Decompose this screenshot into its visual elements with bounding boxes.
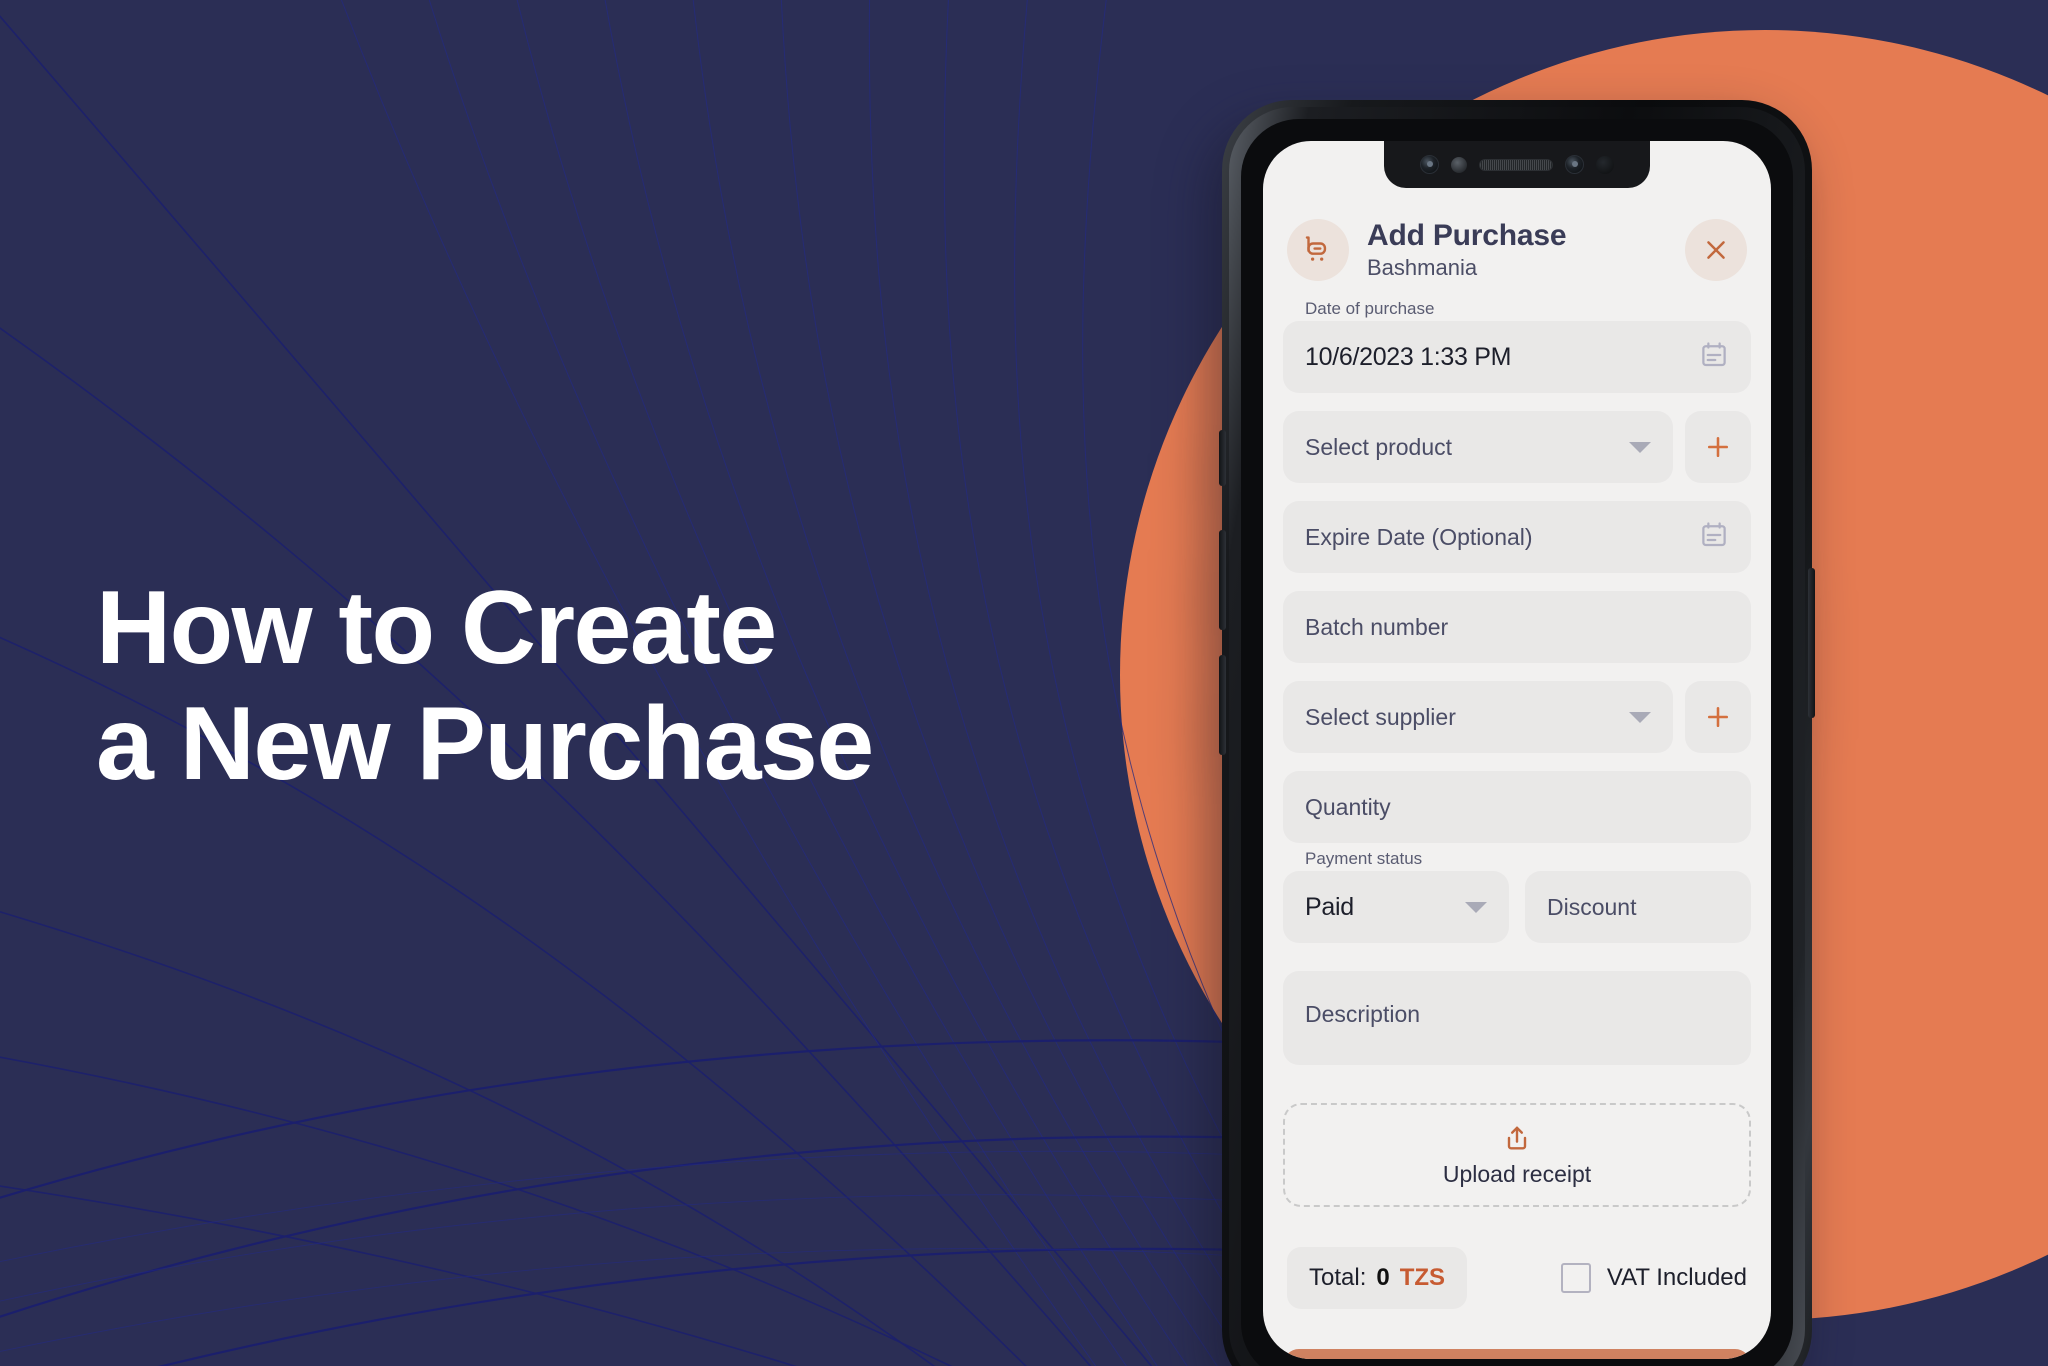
- ambient-light-sensor-icon: [1596, 155, 1614, 174]
- phone-power-button[interactable]: [1808, 568, 1815, 718]
- vat-included-toggle[interactable]: VAT Included: [1560, 1263, 1747, 1293]
- quantity-placeholder: Quantity: [1305, 793, 1391, 820]
- quantity-field[interactable]: Quantity: [1283, 771, 1751, 843]
- upload-receipt-label: Upload receipt: [1442, 1160, 1592, 1187]
- select-supplier-field[interactable]: Select supplier: [1283, 681, 1673, 753]
- calendar-icon[interactable]: [1699, 340, 1729, 375]
- app-title-group: Add Purchase Bashmania: [1367, 219, 1667, 281]
- vat-checkbox[interactable]: [1560, 1263, 1591, 1293]
- expire-date-placeholder: Expire Date (Optional): [1305, 523, 1533, 550]
- plus-icon: [1707, 706, 1729, 728]
- description-placeholder: Description: [1305, 1001, 1421, 1027]
- discount-placeholder: Discount: [1547, 893, 1637, 920]
- payment-discount-row: Payment status Paid Discount: [1283, 849, 1751, 943]
- add-product-button[interactable]: [1685, 411, 1751, 483]
- select-supplier-row: Select supplier: [1283, 681, 1751, 753]
- total-label: Total:: [1309, 1264, 1367, 1291]
- discount-field[interactable]: Discount: [1525, 871, 1751, 943]
- total-value: 0: [1376, 1264, 1390, 1291]
- batch-number-placeholder: Batch number: [1305, 613, 1449, 640]
- purchase-form: Date of purchase 10/6/2023 1:33 PM Selec…: [1283, 299, 1751, 1359]
- select-product-row: Select product: [1283, 411, 1751, 483]
- phone-mute-switch[interactable]: [1219, 430, 1226, 486]
- add-purchase-screen: Add Purchase Bashmania Date of purchase …: [1263, 141, 1771, 1359]
- shopping-cart-minus-icon: [1287, 219, 1349, 281]
- payment-status-value: Paid: [1305, 892, 1354, 921]
- upload-receipt-dropzone[interactable]: Upload receipt: [1283, 1103, 1751, 1207]
- total-pill: Total: 0 TZS: [1287, 1247, 1468, 1309]
- proximity-sensor-icon: [1451, 156, 1467, 173]
- expire-date-field[interactable]: Expire Date (Optional): [1283, 501, 1751, 573]
- app-header: Add Purchase Bashmania: [1283, 219, 1751, 281]
- phone-outer-frame: Add Purchase Bashmania Date of purchase …: [1219, 100, 1815, 1366]
- batch-number-field[interactable]: Batch number: [1283, 591, 1751, 663]
- date-of-purchase-value: 10/6/2023 1:33 PM: [1305, 342, 1512, 371]
- phone-mockup: Add Purchase Bashmania Date of purchase …: [1219, 100, 1815, 1366]
- add-supplier-button[interactable]: [1685, 681, 1751, 753]
- page-headline: How to Create a New Purchase: [96, 570, 1106, 803]
- phone-volume-up-button[interactable]: [1219, 530, 1226, 630]
- date-of-purchase-label: Date of purchase: [1305, 299, 1435, 318]
- phone-mid-frame: Add Purchase Bashmania Date of purchase …: [1229, 107, 1805, 1366]
- chevron-down-icon: [1465, 901, 1487, 913]
- close-button[interactable]: [1685, 219, 1747, 281]
- phone-inner-bezel: Add Purchase Bashmania Date of purchase …: [1241, 119, 1793, 1366]
- date-of-purchase-field[interactable]: Date of purchase 10/6/2023 1:33 PM: [1283, 299, 1751, 393]
- calendar-icon[interactable]: [1699, 520, 1729, 555]
- phone-volume-down-button[interactable]: [1219, 655, 1226, 755]
- select-product-field[interactable]: Select product: [1283, 411, 1673, 483]
- earpiece-speaker-icon: [1479, 158, 1553, 171]
- phone-notch: [1384, 141, 1650, 188]
- phone-screen: Add Purchase Bashmania Date of purchase …: [1263, 141, 1771, 1359]
- ir-camera-icon: [1565, 155, 1584, 174]
- page-title: Add Purchase: [1367, 219, 1567, 252]
- total-currency: TZS: [1399, 1264, 1446, 1291]
- payment-status-field[interactable]: Payment status Paid: [1283, 849, 1509, 943]
- headline-line-2: a New Purchase: [96, 686, 874, 803]
- totals-row: Total: 0 TZS VAT Included: [1283, 1247, 1751, 1309]
- select-product-placeholder: Select product: [1305, 433, 1453, 460]
- description-field[interactable]: Description: [1283, 971, 1751, 1065]
- vat-included-label: VAT Included: [1606, 1264, 1747, 1291]
- close-x-icon: [1707, 241, 1725, 259]
- chevron-down-icon: [1629, 711, 1651, 723]
- payment-status-label: Payment status: [1305, 849, 1423, 868]
- upload-share-icon: [1507, 1126, 1527, 1150]
- front-camera-icon: [1420, 155, 1439, 174]
- select-supplier-placeholder: Select supplier: [1305, 703, 1456, 730]
- page-subtitle: Bashmania: [1367, 255, 1478, 280]
- chevron-down-icon: [1629, 441, 1651, 453]
- plus-icon: [1707, 436, 1729, 458]
- headline-line-1: How to Create: [96, 570, 777, 686]
- submit-button[interactable]: Submit: [1283, 1349, 1751, 1359]
